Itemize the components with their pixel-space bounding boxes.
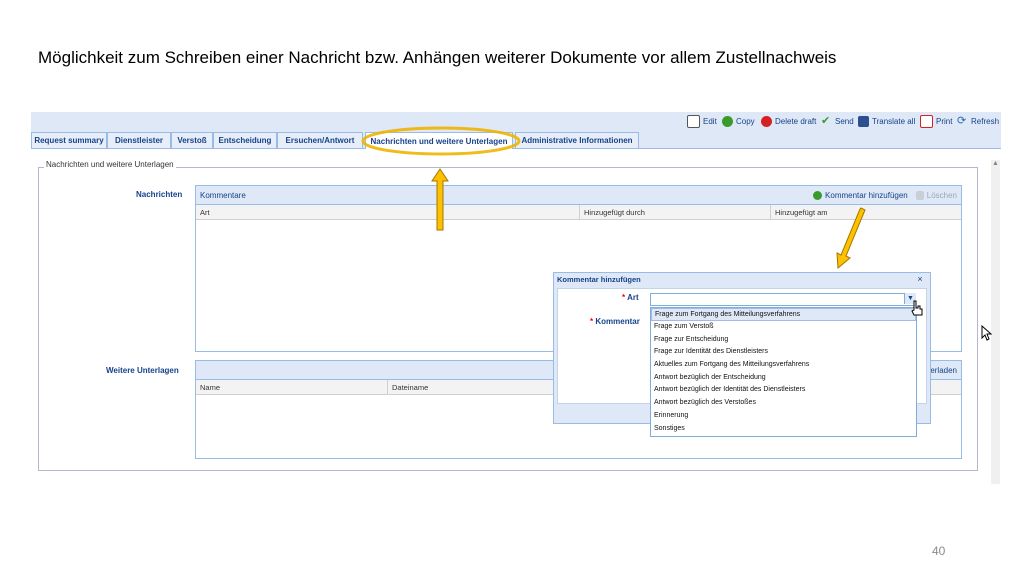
kommentar-label: * Kommentar bbox=[590, 317, 640, 326]
weitere-unterlagen-label: Weitere Unterlagen bbox=[106, 366, 179, 375]
tab-ersuchen-antwort[interactable]: Ersuchen/Antwort bbox=[277, 132, 363, 148]
send-button[interactable]: ✔ Send bbox=[821, 114, 854, 128]
translate-all-button[interactable]: Translate all bbox=[858, 114, 915, 128]
tab-request-summary[interactable]: Request summary bbox=[31, 132, 107, 148]
dropdown-option[interactable]: Antwort bezüglich des Verstoßes bbox=[651, 397, 916, 410]
dropdown-option[interactable]: Antwort bezüglich der Entscheidung bbox=[651, 372, 916, 385]
print-button[interactable]: Print bbox=[920, 114, 952, 128]
column-art[interactable]: Art bbox=[200, 208, 210, 217]
dropdown-option[interactable]: Frage zur Identität des Dienstleisters bbox=[651, 346, 916, 359]
page-scrollbar[interactable]: ▲ bbox=[991, 160, 1000, 484]
art-label: * Art bbox=[622, 293, 639, 302]
dropdown-option[interactable]: Aktuelles zum Fortgang des Mitteilungsve… bbox=[651, 359, 916, 372]
dropdown-option[interactable]: Frage zum Fortgang des Mitteilungsverfah… bbox=[651, 308, 916, 321]
dropdown-option[interactable]: Frage zur Entscheidung bbox=[651, 334, 916, 347]
edit-button[interactable]: Edit bbox=[687, 114, 717, 128]
column-name[interactable]: Name bbox=[200, 383, 220, 392]
up-arrow-annotation bbox=[431, 168, 449, 231]
tab-verstoss[interactable]: Verstoß bbox=[171, 132, 213, 148]
nachrichten-label: Nachrichten bbox=[136, 190, 183, 199]
down-arrow-annotation bbox=[836, 207, 866, 270]
delete-comment-button[interactable]: Löschen bbox=[915, 190, 957, 200]
mouse-pointer-icon bbox=[981, 325, 993, 341]
hand-cursor-icon bbox=[911, 300, 923, 316]
dropdown-option[interactable]: Antwort bezüglich der Identität des Dien… bbox=[651, 384, 916, 397]
trash-icon bbox=[915, 190, 924, 200]
tab-entscheidung[interactable]: Entscheidung bbox=[213, 132, 277, 148]
upload-button[interactable]: erladen bbox=[930, 366, 957, 375]
add-comment-button[interactable]: Kommentar hinzufügen bbox=[813, 190, 908, 200]
copy-icon bbox=[722, 115, 733, 127]
art-combobox[interactable] bbox=[650, 293, 916, 306]
dropdown-option[interactable]: Erinnerung bbox=[651, 410, 916, 423]
kommentare-grid-title: Kommentare bbox=[200, 190, 246, 200]
checkmark-icon: ✔ bbox=[821, 114, 831, 127]
tab-administrative-informationen[interactable]: Administrative Informationen bbox=[515, 132, 639, 148]
refresh-icon: ⟳ bbox=[957, 114, 967, 127]
slide-title: Möglichkeit zum Schreiben einer Nachrich… bbox=[38, 48, 837, 67]
pdf-icon bbox=[920, 114, 933, 128]
kommentare-grid-header: Kommentare Kommentar hinzufügen Löschen bbox=[196, 186, 961, 205]
dialog-title: Kommentar hinzufügen bbox=[557, 275, 641, 284]
column-hinzugefuegt-durch[interactable]: Hinzugefügt durch bbox=[584, 208, 645, 217]
edit-icon bbox=[687, 114, 700, 128]
close-icon[interactable]: × bbox=[915, 274, 925, 284]
dropdown-option[interactable]: Sonstiges bbox=[651, 423, 916, 436]
refresh-button[interactable]: ⟳ Refresh bbox=[957, 114, 999, 128]
dropdown-option[interactable]: Frage zum Verstoß bbox=[651, 321, 916, 334]
copy-button[interactable]: Copy bbox=[722, 114, 755, 128]
speech-bubble-icon bbox=[858, 115, 869, 127]
highlight-ellipse bbox=[361, 126, 521, 156]
column-hinzugefuegt-am[interactable]: Hinzugefügt am bbox=[775, 208, 828, 217]
slide-page-number: 40 bbox=[932, 544, 946, 558]
art-dropdown-list: Frage zum Fortgang des Mitteilungsverfah… bbox=[650, 307, 917, 437]
delete-icon bbox=[761, 115, 772, 127]
scroll-up-icon[interactable]: ▲ bbox=[992, 160, 999, 167]
add-icon bbox=[813, 190, 823, 200]
delete-draft-button[interactable]: Delete draft bbox=[761, 114, 816, 128]
tab-dienstleister[interactable]: Dienstleister bbox=[107, 132, 171, 148]
column-dateiname[interactable]: Dateiname bbox=[392, 383, 428, 392]
fieldset-legend: Nachrichten und weitere Unterlagen bbox=[44, 160, 176, 169]
